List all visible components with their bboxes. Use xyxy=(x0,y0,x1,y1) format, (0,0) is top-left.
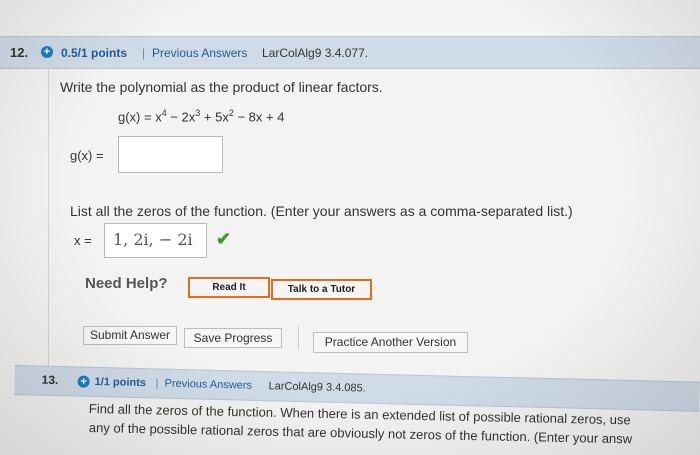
need-help-label: Need Help? xyxy=(85,275,168,292)
submit-answer-button[interactable]: Submit Answer xyxy=(83,326,177,345)
zeros-label: x = xyxy=(74,233,92,248)
term-linear: − 8x + 4 xyxy=(233,109,285,125)
talk-to-tutor-button[interactable]: Talk to a Tutor xyxy=(271,279,372,300)
question-number: 12. xyxy=(10,45,29,60)
previous-answers-link[interactable]: Previous Answers xyxy=(164,378,252,392)
term-x3: − 2x xyxy=(166,109,196,125)
function-label: g(x) = x xyxy=(118,109,162,125)
practice-another-version-button[interactable]: Practice Another Version xyxy=(313,332,468,353)
answer-label: g(x) = xyxy=(70,148,104,163)
correct-check-icon: ✔ xyxy=(216,229,232,249)
points-label: 1/1 points xyxy=(94,375,147,390)
term-x2: + 5x xyxy=(200,109,229,125)
read-it-button[interactable]: Read It xyxy=(188,277,270,298)
zeros-input[interactable]: 1, 2i, − 2i xyxy=(104,223,207,258)
zeros-prompt: List all the zeros of the function. (Ent… xyxy=(70,203,573,219)
full-credit-icon: + xyxy=(77,375,90,388)
header-separator: | xyxy=(142,46,146,60)
factored-form-input[interactable] xyxy=(118,136,223,173)
zeros-value: 1, 2i, − 2i xyxy=(113,230,193,249)
save-progress-button[interactable]: Save Progress xyxy=(184,328,282,348)
question-left-rule xyxy=(48,67,49,367)
question-number: 13. xyxy=(41,372,59,388)
previous-answers-link[interactable]: Previous Answers xyxy=(152,46,247,60)
function-expression: g(x) = x4 − 2x3 + 5x2 − 8x + 4 xyxy=(118,108,284,124)
instruction-text: Write the polynomial as the product of l… xyxy=(60,79,383,95)
question-12-header: 12. + 0.5/1 points | Previous Answers La… xyxy=(0,36,700,69)
button-divider xyxy=(298,326,299,350)
header-separator: | xyxy=(155,377,159,390)
problem-reference: LarColAlg9 3.4.077. xyxy=(262,46,369,60)
problem-reference: LarColAlg9 3.4.085. xyxy=(268,380,366,395)
partial-credit-icon: + xyxy=(41,46,53,58)
points-label: 0.5/1 points xyxy=(61,46,128,60)
